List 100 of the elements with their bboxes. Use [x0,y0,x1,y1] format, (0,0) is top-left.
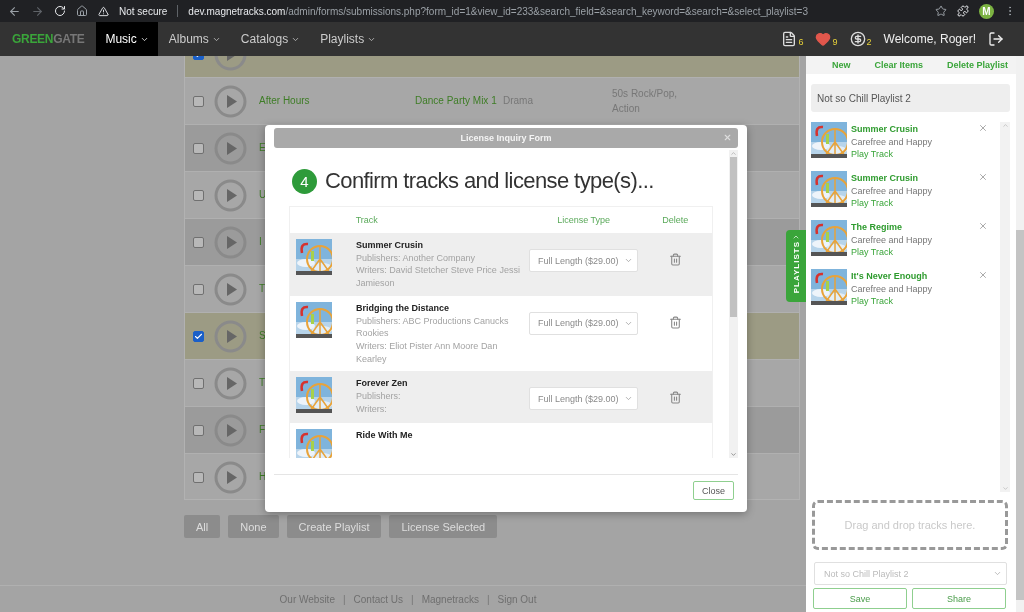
track-title: Forever Zen [356,377,409,391]
caret-icon [993,569,1002,578]
play-track-link[interactable]: Play Track [851,295,933,308]
scrollbar[interactable] [1000,122,1010,492]
close-icon[interactable] [978,270,988,280]
play-button[interactable] [214,272,247,306]
dollar-icon[interactable] [849,31,866,47]
trash-icon[interactable] [668,391,682,405]
checkbox[interactable] [193,189,204,201]
caret-icon [792,233,800,241]
checkbox[interactable] [193,330,204,342]
security-label: Not secure [119,5,168,17]
track-title: Summer Crusin [356,239,425,252]
heart-icon[interactable] [815,31,832,47]
nav-menu[interactable]: Playlists [311,22,386,56]
logout-icon[interactable] [988,31,1004,47]
play-button[interactable] [214,460,247,494]
nav-menu[interactable]: Albums [159,22,230,56]
track-title: The Regime [851,221,903,234]
license-select[interactable]: Full Length ($29.00) [529,249,639,272]
count-label: 2 [866,37,872,47]
action-button[interactable]: None [228,515,279,538]
profile-avatar[interactable]: M [979,3,994,19]
license-select[interactable]: Full Length ($29.00) [529,387,639,411]
license-select[interactable]: Full Length ($29.00) [529,311,639,335]
checkbox[interactable] [193,471,204,483]
checkbox[interactable] [193,424,204,436]
album-name: Dance Party Mix 1 [415,94,498,109]
checkbox[interactable] [193,283,204,295]
album-name: Carefree and Happy [851,282,933,295]
writers-text: Writers: David Stetcher Steve Price Jessi Jamieson [356,264,521,290]
scroll-up-icon[interactable] [730,150,737,157]
reload-icon[interactable] [54,5,66,17]
checkbox[interactable] [193,95,204,107]
playlists-tab[interactable]: PLAYLISTS [786,230,806,302]
bookmark-icon[interactable] [935,5,947,17]
playlist-select[interactable]: Not so Chill Playlist 2 [814,562,1007,585]
play-button[interactable] [214,84,247,118]
count-label: 6 [798,37,804,47]
play-track-link[interactable]: Play Track [851,246,933,259]
play-track-link[interactable]: Play Track [851,148,933,161]
close-icon[interactable] [978,221,988,231]
modal-heading: Confirm tracks and license type(s)... [325,168,654,194]
warning-icon [98,5,109,17]
checkbox[interactable] [193,142,204,154]
action-button[interactable]: Create Playlist [286,515,382,538]
close-button[interactable]: Close [693,481,734,500]
close-icon[interactable] [978,172,988,182]
writers-text: Writers: [356,402,388,416]
home-icon[interactable] [76,5,88,17]
play-button[interactable] [214,225,247,259]
forward-icon[interactable] [31,4,44,18]
document-icon[interactable] [781,31,798,47]
panel-button[interactable]: Save [813,588,907,609]
scrollbar[interactable] [729,150,738,458]
action-button[interactable]: All [184,515,221,538]
play-button[interactable] [214,413,247,447]
modal-title: License Inquiry Form [460,133,552,143]
playlist-link[interactable]: New [832,60,851,70]
scroll-down-icon[interactable] [730,451,737,458]
publishers-text: Publishers: ABC Productions Canucks Rookies [356,314,510,340]
play-track-link[interactable]: Play Track [851,197,933,210]
scrollbar[interactable] [1016,56,1024,612]
publishers-text: Publishers: [356,390,402,403]
back-icon[interactable] [8,4,21,18]
nav-menu[interactable]: Music [96,22,158,56]
play-button[interactable] [214,366,247,400]
playlist-link[interactable]: Clear Items [874,60,923,70]
count-label: 9 [832,37,838,47]
checkbox[interactable] [193,236,204,248]
panel-button[interactable]: Share [912,588,1006,609]
separator: | [411,593,414,605]
welcome-text: Welcome, Roger! [883,32,976,46]
play-button[interactable] [214,131,247,165]
separator: | [486,593,490,605]
play-button[interactable] [214,178,247,212]
checkbox[interactable] [193,377,204,389]
album-name: Carefree and Happy [851,184,933,197]
scroll-up-icon[interactable] [1001,122,1009,129]
close-icon[interactable] [723,133,732,142]
album-name: Carefree and Happy [851,135,933,148]
play-button[interactable] [214,319,247,353]
track-title[interactable]: After Hours [247,93,415,109]
address-bar[interactable]: dev.magnetracks.com/admin/forms/submissions.php?form_id=1&view_id=233&search_field=&search_keyword=&search=&select_playlist=3 [188,5,925,17]
track-title: Bridging the Distance [356,301,450,315]
track-title: Ride With Me [356,429,414,443]
trash-icon[interactable] [668,253,682,266]
caret-icon [624,256,634,265]
nav-menu[interactable]: Catalogs [231,22,310,56]
publishers-text: Publishers: Another Company [356,251,477,265]
track-title: Summer Crusin [851,123,920,136]
close-icon[interactable] [978,123,988,133]
separator: | [342,593,346,605]
logo[interactable]: GREENGATE [12,32,85,46]
action-button[interactable]: License Selected [389,515,498,538]
trash-icon[interactable] [668,315,682,329]
playlist-link[interactable]: Delete Playlist [946,60,1008,70]
scroll-down-icon[interactable] [1001,485,1009,492]
playlist-name-field[interactable]: Not so Chill Playlist 2 [811,84,1010,112]
extensions-icon[interactable] [957,5,969,17]
